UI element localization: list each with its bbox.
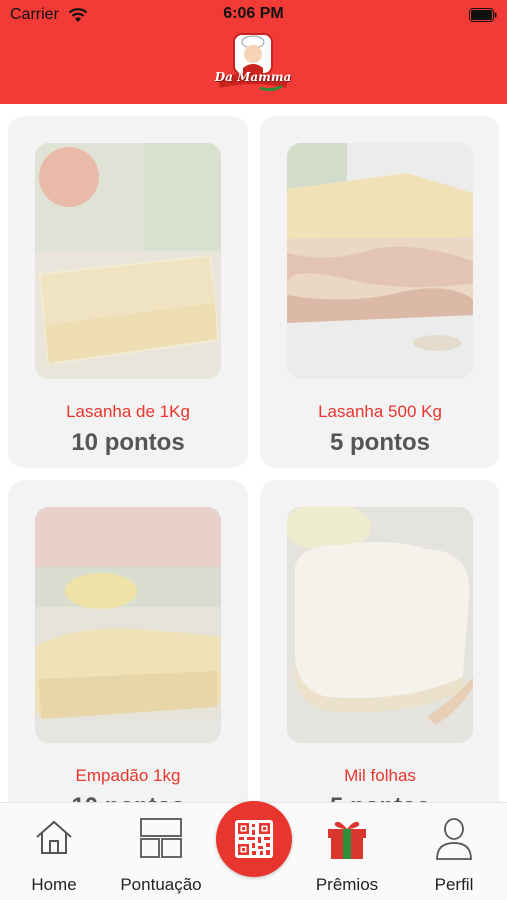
tab-home[interactable]: Home [14,803,94,900]
tab-perfil[interactable]: Perfil [414,803,494,900]
product-points: 10 pontos [71,429,185,456]
tab-pontuacao[interactable]: Pontuação [110,803,212,900]
product-name: Lasanha de 1Kg [66,402,190,421]
gift-icon [328,821,366,859]
mil-folhas-photo [287,507,473,743]
product-points: 5 pontos [330,429,430,456]
logo-text: Da Mamma [214,70,292,84]
lasagna-slab-photo [35,143,221,379]
product-card[interactable]: Lasanha 500 Kg 5 pontos [260,116,499,468]
status-bar: Carrier 6:06 PM [0,0,507,32]
brand-logo: Da Mamma [212,32,294,96]
product-image [287,143,473,379]
chef-logo-icon [218,33,288,92]
tab-home-label: Home [31,875,77,894]
product-name: Lasanha 500 Kg [318,402,442,421]
pie-photo [35,507,221,743]
status-time: 6:06 PM [223,5,284,22]
product-card[interactable]: Empadão 1kg 10 pontos [8,480,248,802]
grid-icon [140,818,182,858]
product-card[interactable]: Mil folhas 5 pontos [260,480,499,802]
house-icon [36,820,72,854]
product-name: Empadão 1kg [75,766,181,785]
product-image [35,143,221,379]
product-grid: Lasanha de 1Kg 10 pontos Lasanha 500 Kg … [8,116,499,802]
tab-perfil-label: Perfil [434,875,474,894]
product-card[interactable]: Lasanha de 1Kg 10 pontos [8,116,248,468]
tab-premios-label: Prêmios [315,875,379,894]
product-name: Mil folhas [344,766,416,785]
product-image [35,507,221,743]
product-image [287,507,473,743]
qr-scan-button[interactable] [216,801,292,877]
tab-pontuacao-label: Pontuação [120,875,202,894]
app-header: Carrier 6:06 PM Da Mamma [0,0,507,104]
tab-premios[interactable]: Prêmios [306,803,388,900]
lasagna-slice-photo [287,143,473,379]
product-points: 5 pontos [260,793,499,802]
person-icon [436,818,472,860]
product-points: 10 pontos [8,793,248,802]
qr-code-icon [235,820,273,858]
battery-icon [469,8,497,22]
